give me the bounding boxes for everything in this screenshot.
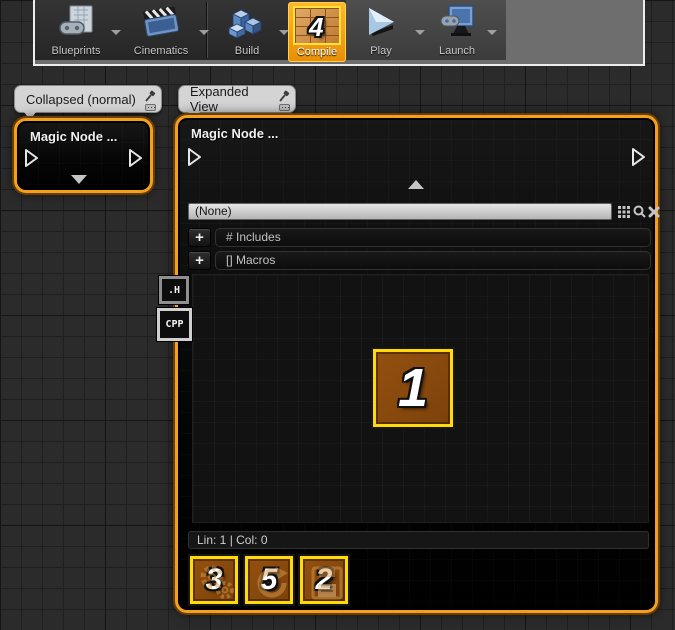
settings-gear-button[interactable]: 3 — [190, 556, 238, 604]
launch-dropdown-arrow[interactable] — [487, 30, 497, 35]
exec-input-pin[interactable] — [24, 148, 39, 173]
play-button[interactable]: Play — [353, 2, 409, 60]
comment-bubble-expanded[interactable]: Expanded View — [178, 85, 296, 113]
comment-toggle-icon[interactable] — [279, 104, 290, 111]
header-file-tab[interactable]: .H — [159, 276, 189, 304]
search-icon[interactable] — [633, 205, 646, 223]
launch-label: Launch — [439, 44, 475, 60]
play-label: Play — [370, 44, 391, 60]
node-title: Magic Node ... — [191, 126, 278, 141]
blueprint-graph-canvas[interactable]: Blueprints Cinematics — [0, 0, 675, 630]
play-dropdown-arrow[interactable] — [415, 30, 425, 35]
exec-input-pin[interactable] — [187, 147, 202, 172]
comment-bubble-collapsed[interactable]: Collapsed (normal) — [14, 85, 162, 113]
floppy-disk-icon — [307, 563, 341, 597]
cpp-file-tab[interactable]: CPP — [157, 308, 192, 341]
cinematics-button[interactable]: Cinematics — [124, 2, 198, 60]
code-editor-area[interactable]: 1 — [192, 274, 649, 523]
compile-label: Compile — [297, 45, 337, 61]
node-title: Magic Node ... — [30, 129, 117, 144]
exec-output-pin[interactable] — [631, 147, 646, 172]
blueprints-dropdown-arrow[interactable] — [111, 30, 121, 35]
cinematics-dropdown-arrow[interactable] — [199, 30, 209, 35]
add-include-button[interactable]: + — [188, 228, 211, 247]
annotation-number: 1 — [398, 357, 428, 419]
build-label: Build — [235, 44, 259, 60]
comment-label: Collapsed (normal) — [26, 92, 136, 107]
build-icon — [227, 2, 267, 44]
expand-node-arrow[interactable] — [71, 175, 87, 184]
macros-field[interactable]: [] Macros — [215, 251, 651, 270]
main-toolbar: Blueprints Cinematics — [33, 0, 645, 66]
exec-output-pin[interactable] — [128, 148, 143, 173]
launch-button[interactable]: Launch — [427, 2, 487, 60]
magic-node-expanded[interactable]: Magic Node ... (None) + # Includes + [ — [175, 115, 658, 613]
compile-button[interactable]: 4 Compile — [288, 2, 346, 62]
script-class-picker[interactable]: (None) — [188, 203, 612, 220]
add-macro-button[interactable]: + — [188, 251, 211, 270]
comment-toggle-icon[interactable] — [145, 104, 156, 111]
blueprints-label: Blueprints — [52, 44, 101, 60]
editor-status-bar: Lin: 1 | Col: 0 — [188, 531, 649, 549]
blueprints-icon — [56, 2, 96, 44]
play-icon — [363, 2, 399, 44]
collapse-node-arrow[interactable] — [408, 180, 424, 189]
blueprints-button[interactable]: Blueprints — [42, 2, 110, 60]
clear-x-icon[interactable] — [648, 205, 660, 223]
compile-bricks-icon: 4 — [293, 6, 341, 45]
gears-icon — [197, 563, 231, 597]
refresh-button[interactable]: 5 — [245, 556, 293, 604]
cinematics-icon — [140, 2, 182, 44]
annotation-badge-4: 4 — [309, 12, 323, 43]
includes-field[interactable]: # Includes — [215, 228, 651, 247]
comment-label: Expanded View — [190, 84, 271, 114]
refresh-arrows-icon — [252, 563, 286, 597]
launch-icon — [437, 2, 477, 44]
browse-grid-icon[interactable] — [618, 205, 630, 223]
build-button[interactable]: Build — [217, 2, 277, 60]
cinematics-label: Cinematics — [134, 44, 188, 60]
annotation-marker-1: 1 — [373, 349, 453, 427]
magic-node-collapsed[interactable]: Magic Node ... — [14, 118, 153, 193]
save-button[interactable]: 2 — [300, 556, 348, 604]
